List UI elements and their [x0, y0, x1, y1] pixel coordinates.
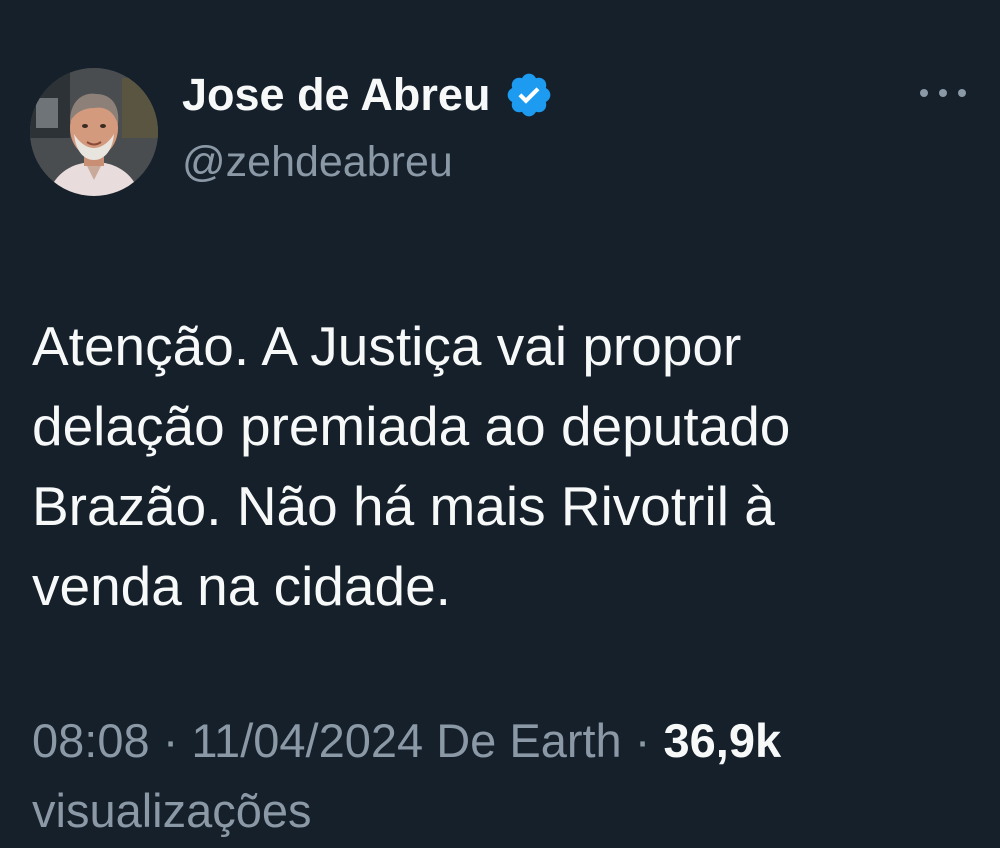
avatar-photo [30, 68, 158, 196]
author-handle[interactable]: @zehdeabreu [182, 138, 453, 187]
verified-badge-icon[interactable] [504, 70, 554, 120]
more-horizontal-icon[interactable] [920, 82, 966, 104]
author-name-row: Jose de Abreu [182, 64, 554, 126]
tweet-text-line: venda na cidade. [32, 555, 451, 617]
views-label: visualizações [32, 784, 312, 837]
meta-separator: · [162, 714, 179, 767]
meta-separator: · [634, 714, 651, 767]
author-display-name[interactable]: Jose de Abreu [182, 69, 490, 121]
tweet-time[interactable]: 08:08 [32, 714, 150, 767]
tweet-text-line: Atenção. A Justiça vai propor [32, 315, 742, 377]
more-dot [939, 89, 947, 97]
avatar[interactable] [30, 68, 158, 196]
tweet-text: Atenção. A Justiça vai propor delação pr… [32, 306, 932, 626]
more-dot [920, 89, 928, 97]
tweet-text-line: delação premiada ao deputado [32, 395, 791, 457]
tweet-card: Jose de Abreu @zehdeabreu Atenção. A Jus… [0, 0, 1000, 848]
tweet-location: De Earth [436, 714, 622, 767]
views-count[interactable]: 36,9k [663, 714, 781, 767]
tweet-date[interactable]: 11/04/2024 [191, 714, 423, 767]
tweet-meta: 08:08 · 11/04/2024 De Earth · 36,9k visu… [32, 706, 972, 846]
tweet-meta-row: 08:08 · 11/04/2024 De Earth · 36,9k [32, 706, 972, 776]
more-dot [958, 89, 966, 97]
tweet-text-line: Brazão. Não há mais Rivotril à [32, 475, 775, 537]
